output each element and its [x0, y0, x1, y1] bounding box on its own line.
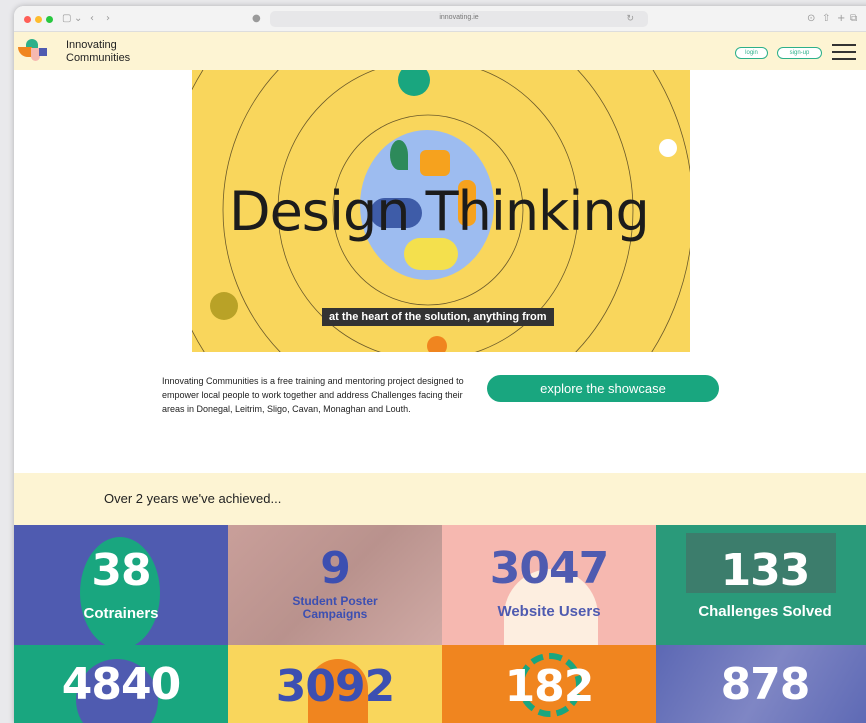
sidebar-toggle-icon[interactable]: ▢	[62, 12, 71, 26]
stats-grid: 38 Cotrainers 9 Student Poster Campaigns…	[14, 525, 866, 723]
chevron-down-icon[interactable]: ⌄	[74, 12, 82, 26]
zoom-window-button[interactable]	[46, 16, 53, 23]
minimize-window-button[interactable]	[35, 16, 42, 23]
stat-label: Student Poster Campaigns	[292, 594, 378, 621]
browser-window: ▢ ⌄ ‹ › ● innovating.ie ↻ ⊙ ⇧ + ⧉ Innova…	[14, 6, 866, 723]
achievements-header: Over 2 years we've achieved...	[14, 473, 866, 525]
hero-title: Design Thinking	[229, 180, 650, 243]
stat-tile-878: 878	[656, 645, 866, 723]
hamburger-menu-icon[interactable]	[832, 44, 856, 60]
stat-label: Challenges Solved	[698, 603, 832, 620]
brand-logo[interactable]	[18, 39, 56, 63]
brand-line-2: Communities	[66, 52, 131, 64]
stat-tile-website-users: 3047 Website Users	[442, 525, 656, 645]
stat-number: 3047	[489, 543, 609, 594]
stat-number: 4840	[61, 659, 181, 710]
stat-number: 133	[720, 545, 811, 596]
url-text: innovating.ie	[439, 14, 479, 21]
tabs-overview-icon[interactable]: ⧉	[850, 12, 857, 26]
stat-tile-poster-campaigns: 9 Student Poster Campaigns	[228, 525, 442, 645]
stat-tile-182: 182	[442, 645, 656, 723]
stat-tile-4840: 4840	[14, 645, 228, 723]
hero-banner: Design Thinking at the heart of the solu…	[192, 70, 690, 352]
share-icon[interactable]: ⇧	[822, 12, 830, 26]
stat-number: 182	[504, 661, 595, 712]
hero-caption: at the heart of the solution, anything f…	[322, 308, 554, 326]
address-bar[interactable]: innovating.ie ↻	[270, 11, 648, 27]
reload-icon[interactable]: ↻	[626, 13, 634, 24]
intro-paragraph: Innovating Communities is a free trainin…	[162, 376, 464, 414]
stat-number: 3092	[275, 661, 395, 712]
forward-icon[interactable]: ›	[106, 12, 110, 26]
stat-number: 38	[91, 545, 151, 596]
close-window-button[interactable]	[24, 16, 31, 23]
sign-up-button[interactable]: sign-up	[777, 47, 822, 59]
back-icon[interactable]: ‹	[90, 12, 94, 26]
stat-tile-challenges-solved: 133 Challenges Solved	[656, 525, 866, 645]
shield-icon[interactable]: ●	[252, 12, 261, 26]
login-button[interactable]: login	[735, 47, 768, 59]
stat-label: Cotrainers	[83, 605, 159, 622]
stat-number: 9	[320, 543, 351, 594]
explore-showcase-button[interactable]: explore the showcase	[487, 375, 719, 402]
brand-line-1: Innovating	[66, 39, 117, 51]
browser-toolbar: ▢ ⌄ ‹ › ● innovating.ie ↻ ⊙ ⇧ + ⧉	[14, 6, 866, 32]
stat-tile-cotrainers: 38 Cotrainers	[14, 525, 228, 645]
new-tab-icon[interactable]: +	[837, 12, 845, 26]
stat-label: Website Users	[497, 603, 601, 620]
stat-number: 878	[720, 659, 811, 710]
achievements-heading: Over 2 years we've achieved...	[104, 491, 282, 506]
stat-tile-3092: 3092	[228, 645, 442, 723]
downloads-icon[interactable]: ⊙	[807, 12, 815, 26]
brand-name: Innovating Communities	[66, 39, 130, 65]
site-header: Innovating Communities login sign-up	[14, 32, 866, 70]
